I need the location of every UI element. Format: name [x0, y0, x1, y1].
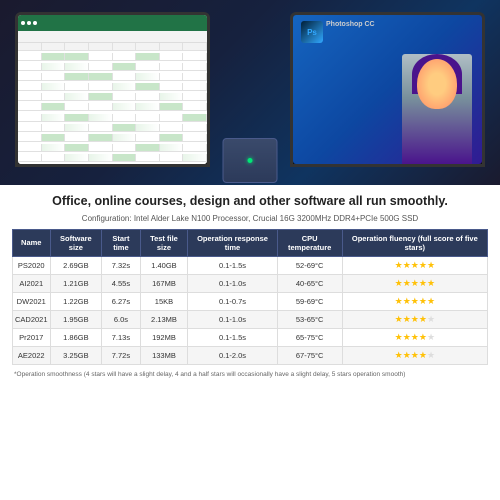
- col-cpu-temp: CPU temperature: [277, 229, 342, 256]
- cell-2: 6.27s: [102, 292, 140, 310]
- cell-stars: ★★★★★: [342, 256, 487, 274]
- cell-4: 0.1-0.7s: [188, 292, 277, 310]
- cell-3: 15KB: [140, 292, 188, 310]
- ps-app-name: Photoshop CC: [326, 21, 375, 28]
- cell-4: 0.1-1.0s: [188, 274, 277, 292]
- cell-1: 1.21GB: [50, 274, 102, 292]
- cell-3: 133MB: [140, 346, 188, 364]
- cell-5: 40-65°C: [277, 274, 342, 292]
- power-led: [248, 158, 253, 163]
- cell-3: 192MB: [140, 328, 188, 346]
- table-row: CAD20211.95GB6.0s2.13MB0.1-1.0s53-65°C★★…: [13, 310, 488, 328]
- cell-1: 1.86GB: [50, 328, 102, 346]
- cell-4: 0.1-2.0s: [188, 346, 277, 364]
- cell-2: 6.0s: [102, 310, 140, 328]
- cell-3: 167MB: [140, 274, 188, 292]
- cell-stars: ★★★★★: [342, 274, 487, 292]
- monitor-right: Ps Photoshop CC: [290, 12, 485, 167]
- monitor-left: [15, 12, 210, 167]
- cell-stars: ★★★★★: [342, 310, 487, 328]
- ps-portrait: [402, 54, 472, 164]
- cell-1: 1.95GB: [50, 310, 102, 328]
- cell-1: 2.69GB: [50, 256, 102, 274]
- cell-0: DW2021: [13, 292, 51, 310]
- table-row: PS20202.69GB7.32s1.40GB0.1-1.5s52-69°C★★…: [13, 256, 488, 274]
- footnote: *Operation smoothness (4 stars will have…: [12, 370, 488, 379]
- cell-stars: ★★★★★: [342, 346, 487, 364]
- cell-2: 7.13s: [102, 328, 140, 346]
- hero-image: Ps Photoshop CC: [0, 0, 500, 185]
- cell-2: 7.32s: [102, 256, 140, 274]
- mini-pc: [223, 138, 278, 183]
- spec-table: Name Software size Start time Test file …: [12, 229, 488, 365]
- table-row: Pr20171.86GB7.13s192MB0.1-1.5s65-75°C★★★…: [13, 328, 488, 346]
- col-test-file: Test file size: [140, 229, 188, 256]
- cell-0: Pr2017: [13, 328, 51, 346]
- cell-0: AI2021: [13, 274, 51, 292]
- table-row: DW20211.22GB6.27s15KB0.1-0.7s59-69°C★★★★…: [13, 292, 488, 310]
- cell-0: CAD2021: [13, 310, 51, 328]
- col-response-time: Operation response time: [188, 229, 277, 256]
- cell-0: PS2020: [13, 256, 51, 274]
- cell-4: 0.1-1.5s: [188, 328, 277, 346]
- cell-3: 2.13MB: [140, 310, 188, 328]
- col-software-size: Software size: [50, 229, 102, 256]
- table-row: AE20223.25GB7.72s133MB0.1-2.0s67-75°C★★★…: [13, 346, 488, 364]
- cell-stars: ★★★★★: [342, 292, 487, 310]
- cell-5: 53-65°C: [277, 310, 342, 328]
- cell-0: AE2022: [13, 346, 51, 364]
- table-row: AI20211.21GB4.55s167MB0.1-1.0s40-65°C★★★…: [13, 274, 488, 292]
- cell-5: 67-75°C: [277, 346, 342, 364]
- cell-5: 52-69°C: [277, 256, 342, 274]
- col-fluency: Operation fluency (full score of five st…: [342, 229, 487, 256]
- cell-2: 7.72s: [102, 346, 140, 364]
- cell-4: 0.1-1.0s: [188, 310, 277, 328]
- cell-4: 0.1-1.5s: [188, 256, 277, 274]
- cell-1: 3.25GB: [50, 346, 102, 364]
- cell-5: 59-69°C: [277, 292, 342, 310]
- cell-stars: ★★★★★: [342, 328, 487, 346]
- cell-3: 1.40GB: [140, 256, 188, 274]
- cell-1: 1.22GB: [50, 292, 102, 310]
- cell-2: 4.55s: [102, 274, 140, 292]
- main-headline: Office, online courses, design and other…: [12, 193, 488, 211]
- ps-logo: Ps: [301, 21, 323, 43]
- col-start-time: Start time: [102, 229, 140, 256]
- main-content: Office, online courses, design and other…: [0, 185, 500, 383]
- config-line: Configuration: Intel Alder Lake N100 Pro…: [12, 214, 488, 223]
- cell-5: 65-75°C: [277, 328, 342, 346]
- col-name: Name: [13, 229, 51, 256]
